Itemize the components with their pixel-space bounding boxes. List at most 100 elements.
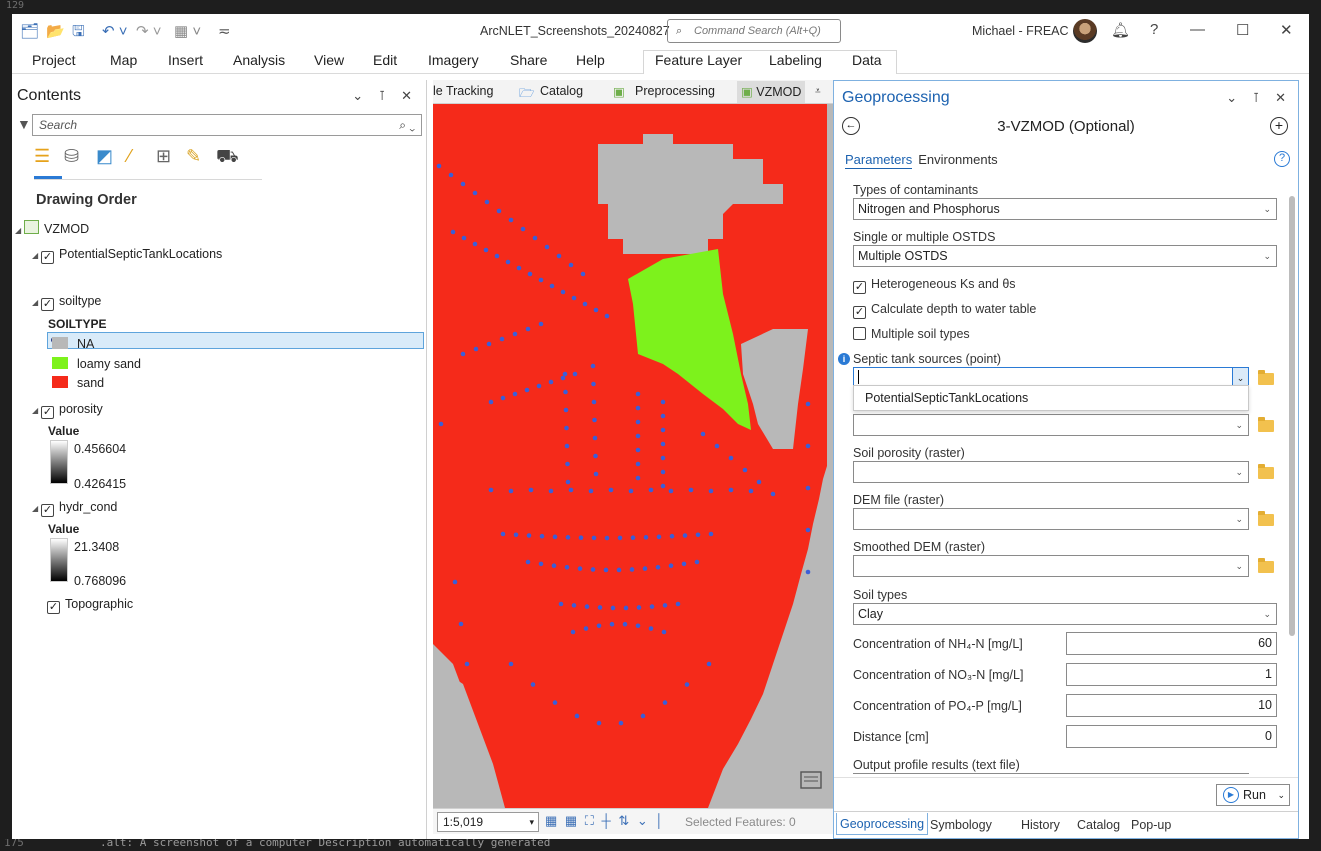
expand-triangle-icon[interactable]: ◢ [32, 402, 41, 420]
tab-edit[interactable]: Edit [373, 52, 397, 68]
smoothed-dem-input[interactable]: ⌄ [853, 555, 1249, 577]
tab-catalog[interactable]: Catalog [540, 84, 583, 98]
folder-icon[interactable] [1258, 558, 1274, 573]
expand-triangle-icon[interactable]: ◢ [32, 247, 41, 265]
checkbox-checked[interactable]: ✓ [853, 306, 866, 319]
pane-controls[interactable]: ⌄ ⊺ ✕ [352, 88, 418, 104]
depth-water-table-checkbox[interactable]: ✓ Calculate depth to water table [853, 302, 1036, 319]
map-node-vzmod[interactable]: ◢ VZMOD [15, 220, 89, 238]
open-project-icon[interactable]: 📂 [46, 23, 65, 41]
tab-catalog[interactable]: Catalog [1077, 818, 1120, 832]
output-input[interactable] [853, 773, 1249, 775]
septic-symbol-row[interactable] [47, 332, 424, 349]
porosity-input[interactable]: ⌄ [853, 461, 1249, 483]
hydraulic-conductivity-input[interactable]: ⌄ [853, 414, 1249, 436]
layer-visibility-checkbox[interactable]: ✓ [41, 504, 54, 517]
tab-environments[interactable]: Environments [918, 152, 997, 167]
tab-preprocessing[interactable]: Preprocessing [635, 84, 715, 98]
folder-icon[interactable] [1258, 464, 1274, 479]
multiple-soil-types-checkbox[interactable]: Multiple soil types [853, 327, 970, 341]
help-icon[interactable]: ? [1274, 151, 1290, 167]
layer-visibility-checkbox[interactable]: ✓ [41, 251, 54, 264]
heterogeneous-checkbox[interactable]: ✓ Heterogeneous Ks and θs [853, 277, 1016, 294]
tab-labeling[interactable]: Labeling [769, 52, 822, 68]
tab-symbology[interactable]: Symbology [930, 818, 992, 832]
layer-topographic[interactable]: ✓ Topographic [47, 595, 133, 614]
chevron-down-icon[interactable]: ⌄ [1277, 785, 1285, 805]
no3-input[interactable]: 1 [1066, 663, 1277, 686]
data-source-icon[interactable]: ⛁ [64, 146, 79, 167]
tab-map[interactable]: Map [110, 52, 137, 68]
tab-view[interactable]: View [314, 52, 344, 68]
tab-data[interactable]: Data [852, 52, 882, 68]
customize-toolbar-icon[interactable]: ≂ [218, 23, 231, 41]
dem-input[interactable]: ⌄ [853, 508, 1249, 530]
scrollbar-thumb[interactable] [1289, 196, 1295, 636]
map-scale-select[interactable]: 1:5,019 ▾ [437, 812, 539, 832]
layer-visibility-checkbox[interactable]: ✓ [47, 601, 60, 614]
perspective-imagery-icon[interactable]: ⛟ [216, 146, 239, 170]
expand-triangle-icon[interactable]: ◢ [32, 294, 41, 312]
editing-icon[interactable]: ⁄ [128, 146, 131, 167]
save-project-icon[interactable]: 🖫 [72, 23, 85, 41]
tab-parameters[interactable]: Parameters [845, 152, 913, 169]
tab-pop-up[interactable]: Pop-up [1131, 818, 1171, 832]
help-button[interactable]: ? [1150, 21, 1158, 38]
run-button[interactable]: ▶ Run ⌄ [1216, 784, 1290, 806]
tab-insert[interactable]: Insert [168, 52, 203, 68]
info-icon[interactable]: i [838, 353, 850, 365]
distance-input[interactable]: 0 [1066, 725, 1277, 748]
expand-triangle-icon[interactable]: ◢ [32, 500, 41, 518]
folder-icon[interactable] [1258, 511, 1274, 526]
new-project-icon[interactable]: 🗂 [20, 23, 39, 41]
tab-help[interactable]: Help [576, 52, 605, 68]
po4-input[interactable]: 10 [1066, 694, 1277, 717]
tab-feature-layer[interactable]: Feature Layer [655, 52, 742, 68]
scrollbar[interactable] [1288, 181, 1296, 771]
minimize-button[interactable]: — [1190, 21, 1205, 38]
checkbox-checked[interactable]: ✓ [853, 281, 866, 294]
dropdown-option[interactable]: PotentialSepticTankLocations [865, 391, 1028, 405]
notification-bell-icon[interactable]: 🔔︎ [1111, 21, 1130, 39]
layer-septic[interactable]: ◢ ✓ PotentialSepticTankLocations [32, 245, 222, 265]
tab-history[interactable]: History [1021, 818, 1060, 832]
expand-triangle-icon[interactable]: ◢ [15, 222, 24, 240]
layer-visibility-checkbox[interactable]: ✓ [41, 298, 54, 311]
table-icon[interactable]: ▦ ˅ [174, 23, 201, 41]
tab-geoprocessing[interactable]: Geoprocessing [836, 813, 929, 835]
selection-icon[interactable]: ◩ [96, 146, 113, 167]
contents-search-input[interactable]: Search ⌕ ⌄ [32, 114, 422, 136]
redo-icon[interactable]: ↷ ˅ [136, 23, 162, 41]
avatar[interactable] [1073, 19, 1097, 43]
tab-share[interactable]: Share [510, 52, 547, 68]
layer-soiltype[interactable]: ◢ ✓ soiltype [32, 292, 101, 312]
folder-icon[interactable] [1258, 417, 1274, 432]
snapping-icon[interactable]: ⊞ [156, 146, 171, 167]
map-canvas[interactable] [433, 104, 834, 808]
filter-icon[interactable]: ▼ [17, 116, 31, 132]
labeling-icon[interactable]: ✎ [186, 146, 201, 167]
drawing-order-icon[interactable]: ☰ [34, 146, 50, 167]
layer-porosity[interactable]: ◢ ✓ porosity [32, 400, 103, 420]
pane-controls[interactable]: ⌄ ⊺ ✕ [1226, 90, 1292, 106]
nh4-input[interactable]: 60 [1066, 632, 1277, 655]
undo-icon[interactable]: ↶ ˅ [102, 23, 128, 41]
tab-imagery[interactable]: Imagery [428, 52, 479, 68]
soil-types-select[interactable]: Clay ⌄ [853, 603, 1277, 625]
tab-overflow-icon[interactable]: ⩡ [815, 86, 821, 97]
layer-hydr-cond[interactable]: ◢ ✓ hydr_cond [32, 498, 117, 518]
layer-visibility-checkbox[interactable]: ✓ [41, 406, 54, 419]
tab-analysis[interactable]: Analysis [233, 52, 285, 68]
user-name[interactable]: Michael - FREAC [972, 24, 1069, 38]
folder-icon[interactable] [1258, 370, 1274, 385]
tab-project[interactable]: Project [32, 52, 76, 68]
close-button[interactable]: ✕ [1280, 21, 1293, 39]
map-status-buttons[interactable]: ▦ ▦ ⛶ ┼ ⇅ ⌄ │ [545, 813, 665, 829]
checkbox-unchecked[interactable] [853, 327, 866, 340]
tab-vzmod[interactable]: ▣ VZMOD [737, 81, 806, 103]
contaminants-select[interactable]: Nitrogen and Phosphorus ⌄ [853, 198, 1277, 220]
maximize-button[interactable]: ☐ [1236, 21, 1249, 39]
tab-le-tracking[interactable]: le Tracking [433, 84, 493, 98]
command-search-input[interactable]: ⌕ Command Search (Alt+Q) [667, 19, 841, 43]
ostds-select[interactable]: Multiple OSTDS ⌄ [853, 245, 1277, 267]
